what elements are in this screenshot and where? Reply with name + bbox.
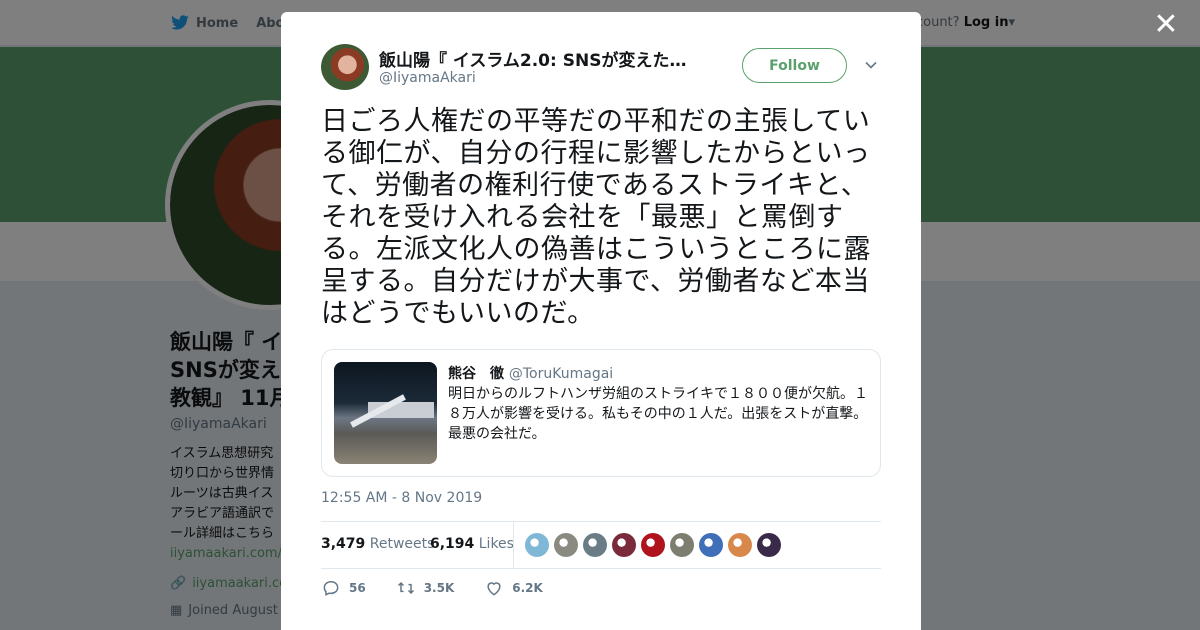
liker-avatar[interactable] — [757, 533, 781, 557]
like-action-count: 6.2K — [512, 581, 543, 595]
liker-avatar[interactable] — [641, 533, 665, 557]
quoted-tweet-image — [334, 362, 437, 464]
tweet-header: 飯山陽『 イスラム2.0: SNSが変えた… @IiyamaAkari Foll… — [321, 44, 881, 90]
reply-count: 56 — [349, 581, 366, 595]
liker-avatar[interactable] — [583, 533, 607, 557]
tweet-stats: 3,479 Retweets 6,194 Likes — [321, 521, 881, 569]
liker-avatar[interactable] — [699, 533, 723, 557]
likes-count: 6,194 — [430, 536, 475, 552]
tweet-text: 日ごろ人権だの平等だの平和だの主張している御仁が、自分の行程に影響したからといっ… — [321, 106, 871, 329]
liker-avatar[interactable] — [554, 533, 578, 557]
author-handle[interactable]: @IiyamaAkari — [379, 70, 476, 86]
likes-stat[interactable]: 6,194 Likes — [430, 536, 514, 552]
reply-icon — [323, 580, 339, 596]
quoted-author: 熊谷 徹 @ToruKumagai — [448, 363, 613, 383]
chevron-down-icon[interactable] — [864, 58, 878, 72]
retweet-action-count: 3.5K — [423, 581, 455, 595]
liker-avatar[interactable] — [612, 533, 636, 557]
tweet-modal: 飯山陽『 イスラム2.0: SNSが変えた… @IiyamaAkari Foll… — [281, 12, 921, 630]
liker-avatars — [525, 533, 781, 557]
heart-icon — [487, 582, 501, 596]
liker-avatar[interactable] — [728, 533, 752, 557]
author-name[interactable]: 飯山陽『 イスラム2.0: SNSが変えた… — [379, 46, 699, 71]
retweet-button[interactable]: 3.5K — [396, 578, 455, 598]
close-icon[interactable]: ✕ — [1153, 10, 1179, 40]
follow-button[interactable]: Follow — [742, 48, 847, 83]
quoted-author-handle: @ToruKumagai — [508, 366, 614, 382]
stats-divider — [513, 522, 514, 569]
retweet-count: 3,479 — [321, 536, 366, 552]
retweet-label: Retweets — [369, 536, 435, 552]
tweet-timestamp[interactable]: 12:55 AM - 8 Nov 2019 — [321, 490, 482, 506]
tweet-actions: 56 3.5K 6.2K — [321, 578, 573, 598]
liker-avatar[interactable] — [670, 533, 694, 557]
reply-button[interactable]: 56 — [321, 578, 366, 598]
quoted-author-name: 熊谷 徹 — [448, 366, 504, 382]
retweet-icon — [397, 581, 414, 595]
quoted-tweet[interactable]: 熊谷 徹 @ToruKumagai 明日からのルフトハンザ労組のストライキで１８… — [321, 349, 881, 477]
author-avatar[interactable] — [321, 44, 369, 90]
like-button[interactable]: 6.2K — [484, 578, 543, 598]
quoted-tweet-text: 明日からのルフトハンザ労組のストライキで１８００便が欠航。１８万人が影響を受ける… — [448, 386, 868, 442]
liker-avatar[interactable] — [525, 533, 549, 557]
likes-label: Likes — [478, 536, 514, 552]
retweet-stat[interactable]: 3,479 Retweets — [321, 536, 434, 552]
